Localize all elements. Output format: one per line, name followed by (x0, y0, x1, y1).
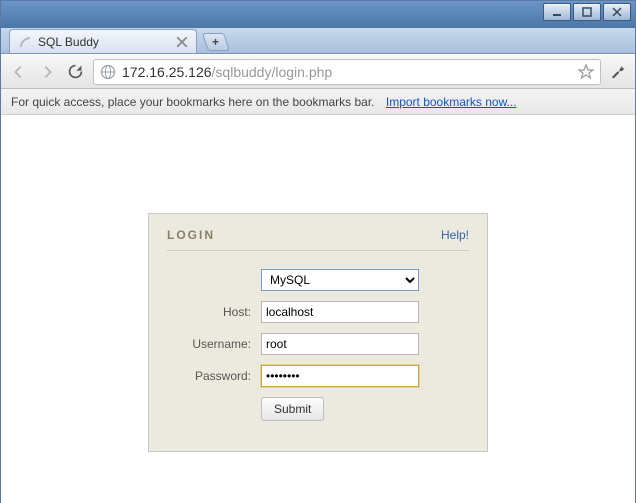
browser-toolbar: 172.16.25.126/sqlbuddy/login.php (1, 55, 635, 89)
window-minimize-button[interactable] (543, 3, 571, 21)
import-bookmarks-link[interactable]: Import bookmarks now... (386, 95, 517, 109)
url-host: 172.16.25.126 (122, 64, 212, 80)
window-title-bar (1, 1, 635, 29)
row-dbtype: MySQL (167, 269, 469, 291)
bookmark-star-icon[interactable] (578, 64, 594, 80)
bookmarks-bar: For quick access, place your bookmarks h… (1, 89, 635, 115)
page-content: LOGIN Help! MySQL Host: Username: Pas (1, 115, 635, 503)
window-close-button[interactable] (603, 3, 631, 21)
nav-back-button[interactable] (9, 62, 29, 82)
login-title: LOGIN (167, 228, 215, 242)
settings-wrench-icon[interactable] (609, 63, 627, 81)
tab-close-icon[interactable] (176, 36, 188, 48)
password-label: Password: (167, 369, 261, 383)
bookmarks-hint: For quick access, place your bookmarks h… (11, 95, 375, 109)
submit-button[interactable]: Submit (261, 397, 324, 421)
nav-forward-button[interactable] (37, 62, 57, 82)
row-username: Username: (167, 333, 469, 355)
login-header: LOGIN Help! (167, 228, 469, 251)
host-label: Host: (167, 305, 261, 319)
url-text: 172.16.25.126/sqlbuddy/login.php (122, 64, 572, 80)
address-bar[interactable]: 172.16.25.126/sqlbuddy/login.php (93, 59, 601, 85)
tab-title: SQL Buddy (38, 35, 170, 49)
row-submit: Submit (167, 397, 469, 421)
window-maximize-button[interactable] (573, 3, 601, 21)
username-label: Username: (167, 337, 261, 351)
dbtype-select[interactable]: MySQL (261, 269, 419, 291)
tab-strip: SQL Buddy + (1, 28, 635, 54)
url-path: /sqlbuddy/login.php (212, 64, 333, 80)
host-input[interactable] (261, 301, 419, 323)
password-input[interactable] (261, 365, 419, 387)
help-link[interactable]: Help! (441, 228, 469, 242)
username-input[interactable] (261, 333, 419, 355)
browser-tab[interactable]: SQL Buddy (9, 29, 197, 53)
globe-icon (100, 64, 116, 80)
tab-favicon-icon (18, 35, 32, 49)
row-password: Password: (167, 365, 469, 387)
login-panel: LOGIN Help! MySQL Host: Username: Pas (148, 213, 488, 452)
row-host: Host: (167, 301, 469, 323)
nav-reload-button[interactable] (65, 62, 85, 82)
new-tab-button[interactable]: + (202, 33, 230, 51)
